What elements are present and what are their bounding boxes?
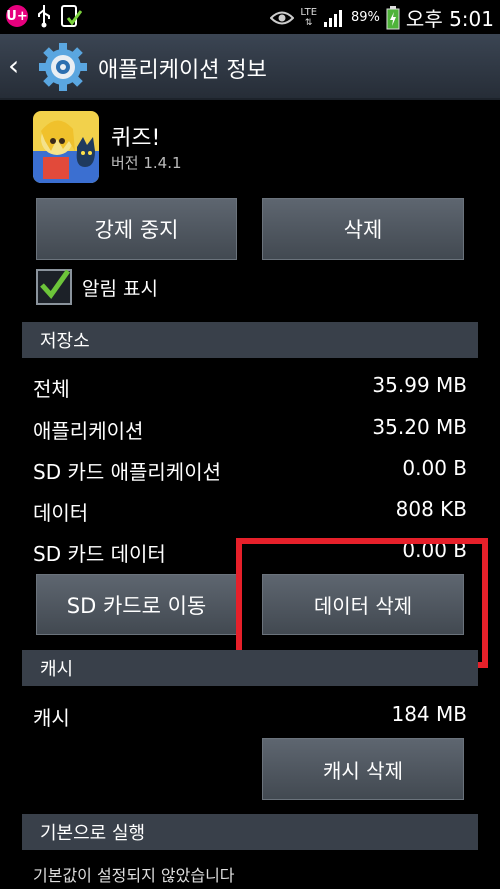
status-bar-left: U+	[6, 4, 82, 28]
clock: 오후 5:01	[405, 7, 494, 31]
network-indicator: LTE ⇅	[300, 6, 318, 28]
storage-section-header: 저장소	[22, 322, 478, 358]
storage-row-value: 808 KB	[395, 497, 467, 521]
show-notifications-checkbox[interactable]	[36, 269, 72, 305]
storage-row-application: 애플리케이션 35.20 MB	[33, 415, 467, 444]
launch-default-text: 기본값이 설정되지 않았습니다	[33, 866, 235, 885]
storage-row-value: 35.99 MB	[372, 373, 467, 397]
app-name: 퀴즈!	[111, 126, 161, 151]
storage-row-data: 데이터 808 KB	[33, 497, 467, 526]
status-bar: U+ LTE ⇅ 89% 오후 5:01	[0, 0, 500, 34]
show-notifications-label: 알림 표시	[82, 277, 158, 300]
uninstall-button[interactable]: 삭제	[262, 198, 464, 260]
carrier-badge: U+	[6, 5, 28, 27]
storage-row-label: 애플리케이션	[33, 419, 144, 443]
storage-row-sd-application: SD 카드 애플리케이션 0.00 B	[33, 456, 467, 485]
clear-cache-button[interactable]: 캐시 삭제	[262, 738, 464, 800]
signal-icon	[324, 9, 343, 27]
app-version: 버전 1.4.1	[111, 154, 182, 172]
show-notifications-row[interactable]: 알림 표시	[36, 269, 158, 305]
storage-row-label: 데이터	[33, 501, 89, 525]
storage-row-label: SD 카드 애플리케이션	[33, 460, 222, 484]
cache-label: 캐시	[33, 706, 70, 730]
storage-row-label: SD 카드 데이터	[33, 542, 166, 566]
usb-icon	[38, 5, 50, 28]
cache-section-header: 캐시	[22, 650, 478, 686]
cache-value: 184 MB	[391, 702, 467, 726]
network-type: LTE	[300, 6, 318, 18]
eye-icon	[270, 11, 295, 24]
cache-row: 캐시 184 MB	[33, 702, 467, 731]
highlight-box	[236, 538, 488, 668]
storage-row-total: 전체 35.99 MB	[33, 373, 467, 402]
force-stop-button[interactable]: 강제 중지	[36, 198, 237, 260]
checkmark-icon	[40, 269, 71, 299]
gear-icon[interactable]	[38, 42, 88, 92]
status-bar-right: LTE ⇅ 89% 오후 5:01	[270, 3, 494, 32]
app-check-icon	[61, 5, 82, 27]
battery-percent: 89%	[351, 10, 380, 25]
storage-row-label: 전체	[33, 377, 70, 401]
storage-row-value: 0.00 B	[402, 456, 467, 480]
page-title: 애플리케이션 정보	[98, 58, 267, 83]
action-bar: ‹ 애플리케이션 정보	[0, 34, 500, 100]
app-icon	[33, 111, 99, 183]
move-to-sd-button[interactable]: SD 카드로 이동	[36, 574, 237, 635]
launch-default-section-header: 기본으로 실행	[22, 814, 478, 850]
data-arrows-icon: ⇅	[304, 17, 313, 28]
battery-icon	[386, 5, 400, 29]
back-chevron-icon[interactable]: ‹	[8, 52, 19, 80]
storage-row-value: 35.20 MB	[372, 415, 467, 439]
